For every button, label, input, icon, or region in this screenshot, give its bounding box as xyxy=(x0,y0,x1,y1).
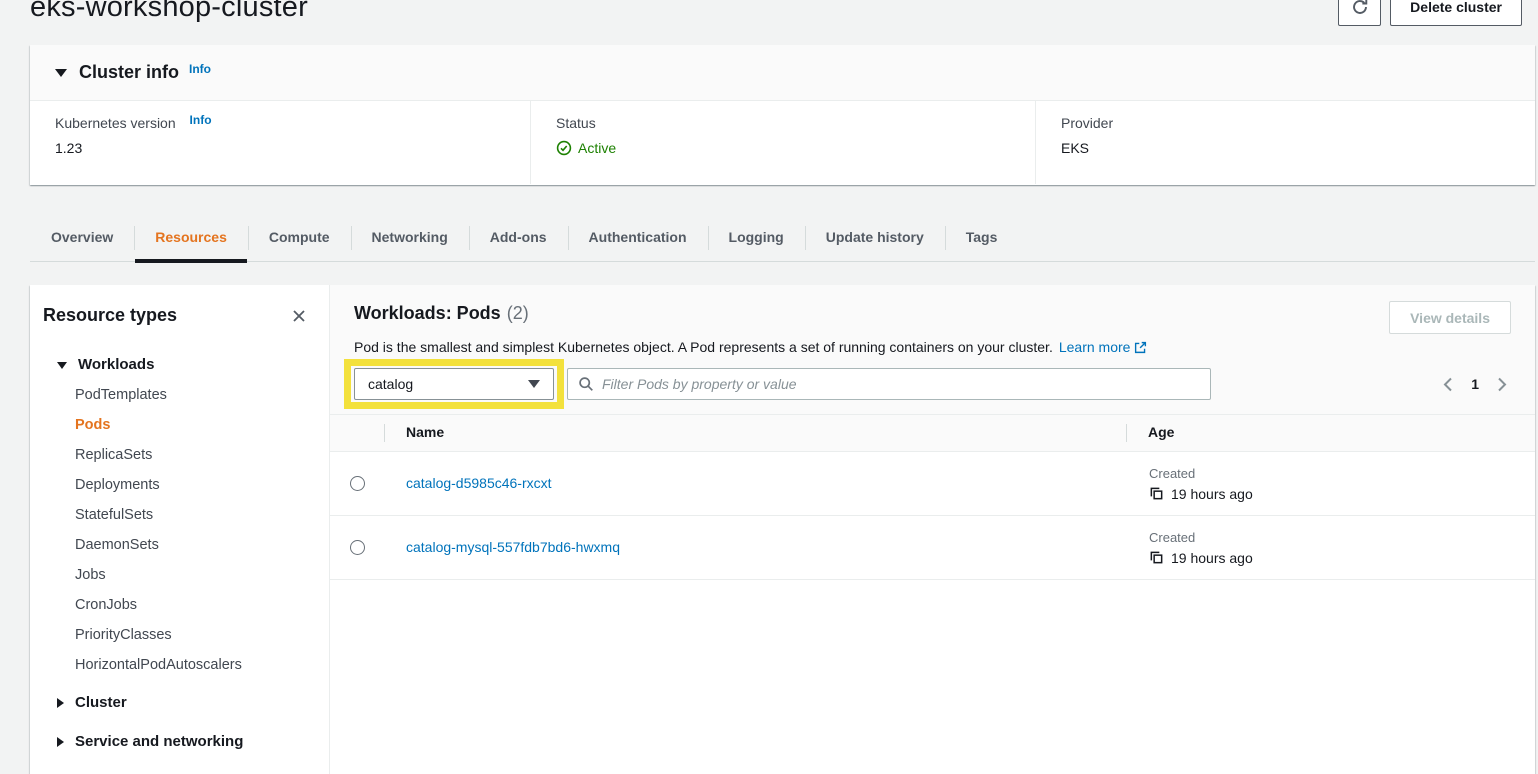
cluster-info-title: Cluster info xyxy=(79,62,179,83)
namespace-filter-value: catalog xyxy=(368,376,413,392)
copy-icon[interactable] xyxy=(1149,486,1164,501)
tab-resources[interactable]: Resources xyxy=(134,215,248,261)
current-page-number[interactable]: 1 xyxy=(1471,376,1479,392)
cluster-info-info-link[interactable]: Info xyxy=(189,62,211,76)
cluster-info-card: Cluster info Info Kubernetes version Inf… xyxy=(30,45,1535,185)
resource-types-panel: Resource types Workloads PodTemplates Po… xyxy=(30,285,330,774)
pods-header: Workloads: Pods (2) View details Pod is t… xyxy=(330,285,1535,414)
column-header-name[interactable]: Name xyxy=(406,424,444,440)
column-header-age[interactable]: Age xyxy=(1148,424,1174,440)
cluster-tabs: Overview Resources Compute Networking Ad… xyxy=(30,215,1535,262)
tab-networking[interactable]: Networking xyxy=(351,215,469,261)
tree-item-podtemplates[interactable]: PodTemplates xyxy=(30,380,329,410)
kubernetes-version-field: Kubernetes version Info 1.23 xyxy=(30,101,530,184)
previous-page-button[interactable] xyxy=(1441,375,1455,394)
collapse-caret-icon xyxy=(55,69,67,77)
external-link-icon xyxy=(1134,341,1147,357)
view-details-button[interactable]: View details xyxy=(1389,301,1511,334)
tab-tags[interactable]: Tags xyxy=(945,215,1019,261)
tab-overview[interactable]: Overview xyxy=(30,215,134,261)
row-radio-button[interactable] xyxy=(350,476,365,491)
pods-filter-input[interactable] xyxy=(602,376,1200,392)
page-title: eks-workshop-cluster xyxy=(30,0,308,24)
tree-item-priorityclasses[interactable]: PriorityClasses xyxy=(30,620,329,650)
kubernetes-version-label: Kubernetes version Info xyxy=(55,115,530,131)
tree-section-workloads[interactable]: Workloads xyxy=(30,352,329,378)
tree-item-daemonsets[interactable]: DaemonSets xyxy=(30,530,329,560)
resources-card: Resource types Workloads PodTemplates Po… xyxy=(30,285,1535,774)
refresh-button[interactable] xyxy=(1338,0,1381,26)
refresh-icon xyxy=(1351,0,1369,16)
status-value: Active xyxy=(578,140,616,156)
pods-title: Workloads: Pods xyxy=(354,303,501,323)
provider-value: EKS xyxy=(1061,140,1535,156)
age-value: 19 hours ago xyxy=(1171,486,1253,502)
status-label: Status xyxy=(556,115,1035,131)
tab-logging[interactable]: Logging xyxy=(708,215,805,261)
learn-more-link[interactable]: Learn more xyxy=(1059,339,1131,355)
namespace-filter-select[interactable]: catalog xyxy=(354,368,554,400)
tree-item-replicasets[interactable]: ReplicaSets xyxy=(30,440,329,470)
age-value: 19 hours ago xyxy=(1171,550,1253,566)
header-actions: Delete cluster xyxy=(1338,0,1522,26)
pods-table-header: Name Age xyxy=(330,414,1535,452)
tutorial-highlight-box: catalog xyxy=(344,359,564,409)
pods-description: Pod is the smallest and simplest Kuberne… xyxy=(354,339,1511,356)
pods-panel: Workloads: Pods (2) View details Pod is t… xyxy=(330,285,1535,774)
resource-types-title: Resource types xyxy=(43,305,177,326)
pods-count: (2) xyxy=(507,303,529,323)
row-radio-button[interactable] xyxy=(350,540,365,555)
status-field: Status Active xyxy=(530,101,1035,184)
provider-label: Provider xyxy=(1061,115,1535,131)
age-created-label: Created xyxy=(1149,466,1535,481)
pod-name-link[interactable]: catalog-mysql-557fdb7bd6-hwxmq xyxy=(406,539,620,555)
tab-authentication[interactable]: Authentication xyxy=(568,215,708,261)
table-row: catalog-mysql-557fdb7bd6-hwxmq Created 1… xyxy=(330,516,1535,580)
tab-compute[interactable]: Compute xyxy=(248,215,351,261)
age-created-label: Created xyxy=(1149,530,1535,545)
tree-section-cluster[interactable]: Cluster xyxy=(30,690,329,716)
tab-add-ons[interactable]: Add-ons xyxy=(469,215,568,261)
table-row: catalog-d5985c46-rxcxt Created 19 hours … xyxy=(330,452,1535,516)
tab-update-history[interactable]: Update history xyxy=(805,215,945,261)
tree-item-pods[interactable]: Pods xyxy=(30,410,329,440)
delete-cluster-button[interactable]: Delete cluster xyxy=(1390,0,1522,26)
eks-console-page: eks-workshop-cluster Delete cluster Clus… xyxy=(0,0,1538,774)
check-circle-icon xyxy=(556,140,572,156)
copy-icon[interactable] xyxy=(1149,550,1164,565)
tree-item-horizontalpodautoscalers[interactable]: HorizontalPodAutoscalers xyxy=(30,650,329,680)
search-icon xyxy=(578,376,594,392)
next-page-button[interactable] xyxy=(1495,375,1509,394)
tree-section-service-and-networking[interactable]: Service and networking xyxy=(30,729,329,755)
chevron-down-icon xyxy=(528,380,540,388)
cluster-info-header[interactable]: Cluster info Info xyxy=(30,45,1535,101)
kubernetes-version-value: 1.23 xyxy=(55,140,530,156)
collapsed-caret-icon xyxy=(57,698,64,708)
close-icon[interactable] xyxy=(291,308,307,324)
tree-item-deployments[interactable]: Deployments xyxy=(30,470,329,500)
kubernetes-version-info-link[interactable]: Info xyxy=(190,113,212,127)
provider-field: Provider EKS xyxy=(1035,101,1535,184)
expanded-caret-icon xyxy=(57,362,67,369)
collapsed-caret-icon xyxy=(57,737,64,747)
resource-types-tree: Workloads PodTemplates Pods ReplicaSets … xyxy=(30,352,329,755)
tree-item-statefulsets[interactable]: StatefulSets xyxy=(30,500,329,530)
pagination: 1 xyxy=(1441,375,1511,394)
tree-item-jobs[interactable]: Jobs xyxy=(30,560,329,590)
pods-search-box xyxy=(567,368,1211,400)
tree-item-cronjobs[interactable]: CronJobs xyxy=(30,590,329,620)
cluster-info-body: Kubernetes version Info 1.23 Status Acti… xyxy=(30,101,1535,184)
pod-name-link[interactable]: catalog-d5985c46-rxcxt xyxy=(406,475,552,491)
